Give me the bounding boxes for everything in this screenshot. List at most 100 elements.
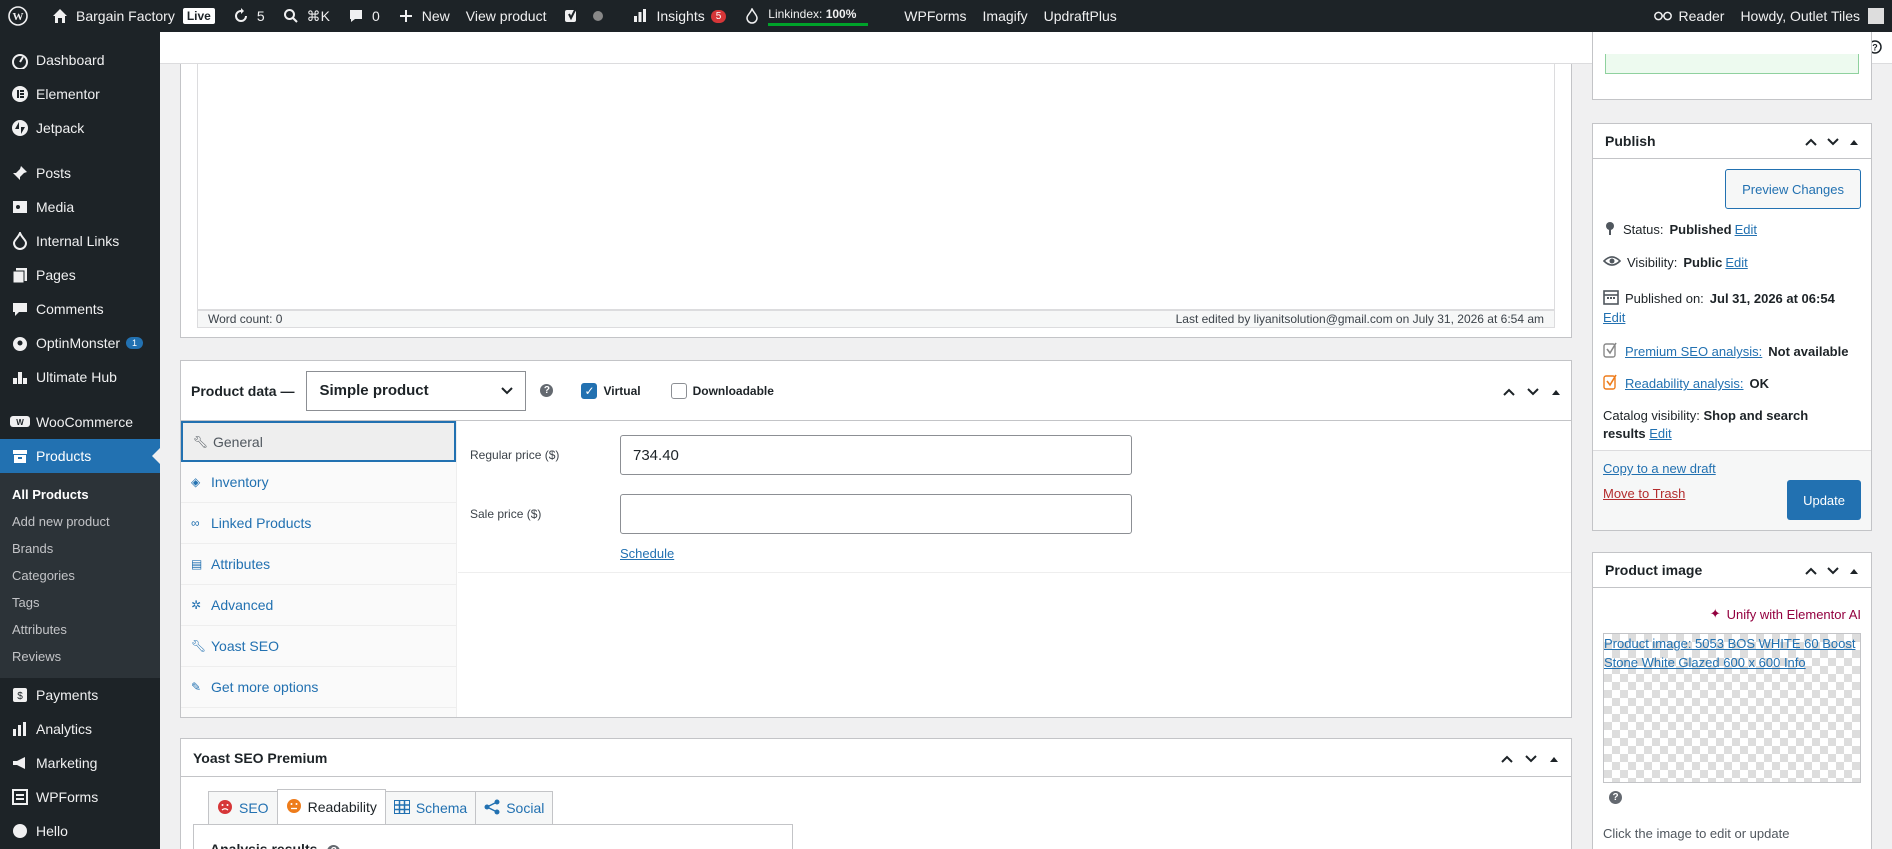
wpforms-link[interactable]: WPForms: [896, 0, 974, 32]
submenu-attributes[interactable]: Attributes: [0, 616, 160, 643]
updraftplus-link[interactable]: UpdraftPlus: [1036, 0, 1125, 32]
svg-text:W: W: [13, 11, 24, 23]
help-icon[interactable]: ?: [540, 384, 554, 397]
readability-link[interactable]: Readability analysis:: [1625, 376, 1744, 391]
product-type-select[interactable]: Simple product: [306, 370, 527, 411]
tab-schema[interactable]: Schema: [384, 791, 477, 825]
sidebar-item-marketing[interactable]: Marketing: [0, 746, 160, 780]
tab-linked-products[interactable]: ∞ Linked Products: [181, 503, 456, 544]
view-product-link[interactable]: View product: [458, 0, 555, 32]
move-down-icon[interactable]: [1527, 383, 1539, 399]
virtual-checkbox[interactable]: ✓: [581, 382, 598, 399]
sidebar-item-optinmonster[interactable]: OptinMonster 1: [0, 326, 160, 360]
collapse-toggle-icon[interactable]: [1551, 383, 1561, 399]
new-content-link[interactable]: New: [388, 0, 458, 32]
refresh-icon: [231, 6, 251, 26]
flame-icon: [742, 6, 762, 26]
sidebar-item-elementor[interactable]: Elementor: [0, 77, 160, 111]
move-up-icon[interactable]: [1805, 562, 1817, 578]
yoast-header: Yoast SEO Premium: [181, 739, 1571, 777]
tab-general[interactable]: 🔧︎ General: [181, 421, 456, 462]
comments-link[interactable]: 0: [338, 0, 388, 32]
sidebar-item-woocommerce[interactable]: W WooCommerce: [0, 405, 160, 439]
imagify-link[interactable]: Imagify: [975, 0, 1036, 32]
tab-seo[interactable]: SEO: [208, 791, 278, 825]
edit-status-link[interactable]: Edit: [1735, 222, 1757, 237]
submenu-all-products[interactable]: All Products: [0, 481, 160, 508]
virtual-checkbox-label[interactable]: ✓ Virtual: [581, 382, 641, 399]
sidebar-item-ultimate-hub[interactable]: Ultimate Hub: [0, 360, 160, 394]
tab-advanced[interactable]: ✲ Advanced: [181, 585, 456, 626]
sidebar-item-pages[interactable]: Pages: [0, 258, 160, 292]
move-down-icon[interactable]: [1525, 750, 1537, 766]
preview-changes-button[interactable]: Preview Changes: [1725, 169, 1861, 209]
sidebar-item-internal-links[interactable]: Internal Links: [0, 224, 160, 258]
submenu-brands[interactable]: Brands: [0, 535, 160, 562]
sidebar-item-jetpack[interactable]: Jetpack: [0, 111, 160, 145]
move-up-icon[interactable]: [1501, 750, 1513, 766]
sale-price-label: Sale price ($): [470, 507, 542, 521]
sidebar-item-media[interactable]: Media: [0, 190, 160, 224]
insights-link[interactable]: Insights 5: [622, 0, 734, 32]
help-icon[interactable]: ?: [327, 845, 341, 849]
collapse-toggle-icon[interactable]: [1549, 750, 1559, 766]
tab-readability[interactable]: Readability: [276, 789, 386, 825]
submenu-tags[interactable]: Tags: [0, 589, 160, 616]
move-up-icon[interactable]: [1805, 133, 1817, 149]
downloadable-checkbox[interactable]: [670, 382, 687, 399]
sidebar-item-comments[interactable]: Comments: [0, 292, 160, 326]
sidebar-item-wpforms[interactable]: WPForms: [0, 780, 160, 814]
comments-count: 0: [371, 8, 380, 24]
downloadable-checkbox-label[interactable]: Downloadable: [670, 382, 774, 399]
editor-text-area[interactable]: [197, 64, 1555, 310]
sidebar-item-posts[interactable]: Posts: [0, 156, 160, 190]
submenu-reviews[interactable]: Reviews: [0, 643, 160, 670]
tab-attributes[interactable]: ▤ Attributes: [181, 544, 456, 585]
sidebar-item-dashboard[interactable]: Dashboard: [0, 43, 160, 77]
tab-social[interactable]: Social: [475, 791, 554, 825]
analysis-results-heading: Analysis results: [210, 841, 318, 849]
collapse-toggle-icon[interactable]: [1849, 562, 1859, 578]
my-account-menu[interactable]: Howdy, Outlet Tiles: [1732, 0, 1892, 32]
submenu-categories[interactable]: Categories: [0, 562, 160, 589]
submenu-add-new-product[interactable]: Add new product: [0, 508, 160, 535]
move-down-icon[interactable]: [1827, 562, 1839, 578]
command-palette-button[interactable]: ⌘K: [273, 0, 338, 32]
update-button[interactable]: Update: [1787, 480, 1861, 520]
tab-yoast-seo[interactable]: 🔧︎ Yoast SEO: [181, 626, 456, 667]
sidebar-item-products[interactable]: Products: [0, 439, 160, 473]
reader-link[interactable]: Reader: [1645, 0, 1733, 32]
schedule-link[interactable]: Schedule: [620, 546, 674, 561]
reader-label: Reader: [1678, 8, 1725, 24]
unify-elementor-ai-button[interactable]: ✦ Unify with Elementor AI: [1710, 606, 1861, 622]
site-name-link[interactable]: Bargain Factory Live: [42, 0, 223, 32]
sidebar-item-analytics[interactable]: Analytics: [0, 712, 160, 746]
move-to-trash-link[interactable]: Move to Trash: [1603, 486, 1685, 501]
yoast-menu[interactable]: [554, 0, 622, 32]
premium-seo-row: Premium SEO analysis: Not available: [1593, 342, 1858, 361]
edit-catalog-link[interactable]: Edit: [1649, 426, 1671, 441]
success-notice: [1605, 54, 1859, 74]
regular-price-input[interactable]: 734.40: [620, 435, 1132, 475]
grid-icon: [392, 798, 411, 817]
move-down-icon[interactable]: [1827, 133, 1839, 149]
help-icon[interactable]: ?: [1609, 791, 1622, 804]
edit-date-link[interactable]: Edit: [1603, 310, 1625, 325]
copy-draft-link[interactable]: Copy to a new draft: [1603, 461, 1716, 476]
sidebar-item-hello[interactable]: Hello: [0, 814, 160, 848]
linkindex-item[interactable]: Linkindex: 100%: [734, 0, 876, 32]
tab-inventory[interactable]: ◈ Inventory: [181, 462, 456, 503]
wordpress-logo[interactable]: W: [0, 0, 42, 32]
product-image-thumbnail[interactable]: Product image: 5053 BOS WHITE 60 Boost S…: [1603, 633, 1861, 783]
premium-seo-link[interactable]: Premium SEO analysis:: [1625, 344, 1762, 359]
collapse-toggle-icon[interactable]: [1849, 133, 1859, 149]
tab-get-more-options[interactable]: ✎ Get more options: [181, 667, 456, 708]
edit-visibility-link[interactable]: Edit: [1725, 255, 1747, 270]
updates-link[interactable]: 5: [223, 0, 273, 32]
move-up-icon[interactable]: [1503, 383, 1515, 399]
sidebar-item-payments[interactable]: $ Payments: [0, 678, 160, 712]
woocommerce-icon: W: [10, 412, 30, 432]
sale-price-input[interactable]: [620, 494, 1132, 534]
product-image-alt-text: Product image: 5053 BOS WHITE 60 Boost S…: [1604, 636, 1856, 670]
svg-text:?: ?: [1872, 43, 1878, 53]
